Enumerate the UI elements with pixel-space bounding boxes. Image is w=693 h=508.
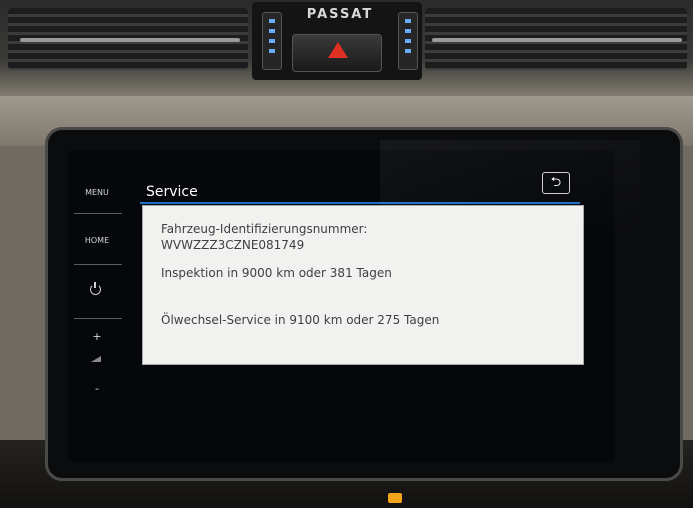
service-info-panel: Fahrzeug-Identifizierungsnummer: WVWZZZ3…	[142, 205, 584, 365]
power-icon[interactable]	[90, 282, 101, 295]
side-divider	[74, 318, 122, 319]
home-button[interactable]: HOME	[72, 236, 122, 245]
vin-label: Fahrzeug-Identifizierungsnummer:	[161, 222, 368, 236]
side-divider	[74, 264, 122, 265]
inspection-status: Inspektion in 9000 km oder 381 Tagen	[161, 266, 392, 280]
volume-down-button[interactable]: -	[72, 382, 122, 395]
side-divider	[74, 213, 122, 214]
back-arrow-icon: ⮌	[550, 175, 562, 190]
title-underline	[140, 202, 580, 204]
amber-indicator-light	[388, 493, 402, 503]
oil-change-status: Ölwechsel-Service in 9100 km oder 275 Ta…	[161, 313, 440, 327]
left-temp-wheel	[262, 12, 282, 70]
volume-icon	[91, 356, 101, 362]
menu-button[interactable]: MENU	[72, 188, 122, 197]
vin-value: WVWZZZ3CZNE081749	[161, 238, 305, 252]
right-temp-wheel	[398, 12, 418, 70]
volume-up-button[interactable]: +	[72, 330, 122, 343]
vent-trim-left	[20, 38, 240, 42]
brand-label: PASSAT	[306, 7, 374, 22]
page-title: Service	[146, 184, 198, 200]
back-button[interactable]: ⮌	[542, 172, 570, 194]
hazard-triangle-icon	[328, 42, 348, 58]
vent-trim-right	[432, 38, 682, 42]
